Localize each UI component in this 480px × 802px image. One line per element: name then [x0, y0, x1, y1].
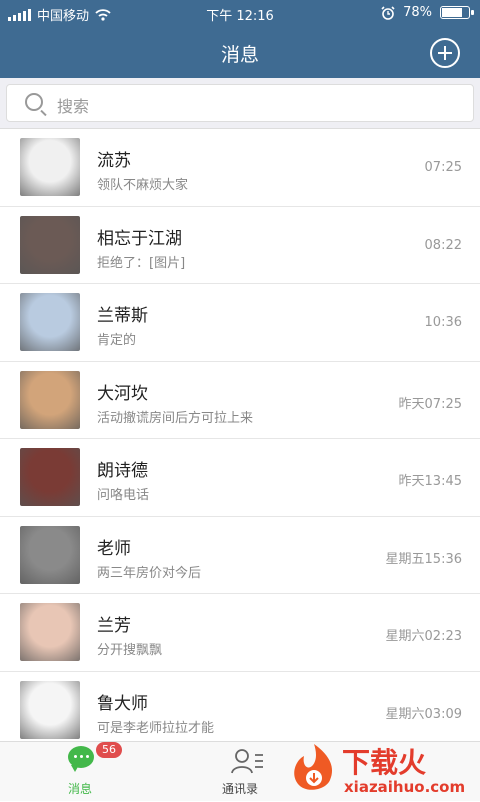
conversation-row[interactable]: 大河坎 活动撤谎房间后方可拉上来 昨天07:25	[0, 361, 480, 439]
search-icon	[25, 93, 43, 111]
avatar	[20, 370, 80, 429]
tab-messages[interactable]: 56 消息	[10, 742, 150, 801]
contact-name: 流苏	[97, 151, 131, 171]
message-time: 星期六03:09	[385, 706, 462, 722]
avatar	[20, 525, 80, 584]
avatar	[20, 603, 80, 661]
unread-badge: 56	[96, 742, 122, 758]
watermark-logo: 下载火 xiazaihuo.com	[284, 740, 474, 798]
contact-name: 朗诗德	[97, 461, 148, 481]
avatar	[20, 215, 80, 274]
last-message: 可是李老师拉拉才能	[97, 720, 215, 736]
nav-bar: 消息	[0, 26, 480, 78]
avatar	[20, 138, 80, 196]
message-time: 昨天07:25	[398, 396, 462, 412]
last-message: 问咯电话	[97, 488, 150, 503]
watermark-site: xiazaihuo.com	[344, 778, 465, 796]
avatar	[20, 448, 80, 506]
contact-name: 老师	[97, 538, 131, 559]
contact-name: 大河坎	[97, 383, 148, 404]
conversation-row[interactable]: 兰芳 分开搜飘飘 星期六02:23	[0, 594, 480, 672]
page-title: 消息	[220, 44, 259, 66]
watermark-brand: 下载火	[342, 746, 426, 779]
avatar	[20, 680, 80, 739]
alarm-icon	[381, 5, 395, 20]
message-time: 07:25	[424, 160, 462, 175]
last-message: 两三年房价对今后	[97, 565, 202, 581]
chat-bubble-icon	[68, 746, 94, 772]
battery-icon	[440, 6, 474, 19]
message-time: 昨天13:45	[398, 474, 462, 489]
last-message: 领队不麻烦大家	[97, 178, 189, 193]
status-bar: 中国移动 下午 12:16 78%	[0, 0, 480, 26]
tab-messages-label: 消息	[67, 782, 92, 796]
conversation-row[interactable]: 老师 两三年房价对今后 星期五15:36	[0, 516, 480, 594]
message-time: 星期五15:36	[385, 551, 462, 567]
last-message: 分开搜飘飘	[97, 643, 163, 658]
conversation-row[interactable]: 朗诗德 问咯电话 昨天13:45	[0, 439, 480, 517]
last-message: 拒绝了：[图片]	[97, 255, 186, 271]
contact-name: 相忘于江湖	[97, 228, 182, 249]
contacts-icon	[231, 749, 263, 774]
contact-name: 兰蒂斯	[97, 306, 148, 326]
avatar	[20, 293, 80, 351]
contact-name: 鲁大师	[97, 693, 148, 714]
search-input[interactable]: 搜索	[6, 84, 474, 122]
conversation-row[interactable]: 相忘于江湖 拒绝了：[图片] 08:22	[0, 206, 480, 284]
contact-name: 兰芳	[97, 616, 131, 636]
conversation-row[interactable]: 流苏 领队不麻烦大家 07:25	[0, 129, 480, 207]
search-bar: 搜索	[0, 78, 480, 129]
battery-percent: 78%	[403, 5, 432, 20]
message-time: 星期六02:23	[385, 629, 462, 644]
conversation-row[interactable]: 鲁大师 可是李老师拉拉才能 星期六03:09	[0, 671, 480, 749]
flame-icon: 下载火 xiazaihuo.com	[294, 744, 465, 796]
add-button[interactable]	[430, 38, 460, 68]
search-placeholder: 搜索	[57, 97, 90, 116]
last-message: 活动撤谎房间后方可拉上来	[97, 410, 254, 426]
message-time: 10:36	[424, 315, 462, 330]
last-message: 肯定的	[97, 333, 137, 348]
conversation-list: 流苏 领队不麻烦大家 07:25 相忘于江湖 拒绝了：[图片] 08:22 兰蒂…	[0, 129, 480, 749]
message-time: 08:22	[424, 237, 462, 253]
conversation-row[interactable]: 兰蒂斯 肯定的 10:36	[0, 284, 480, 362]
